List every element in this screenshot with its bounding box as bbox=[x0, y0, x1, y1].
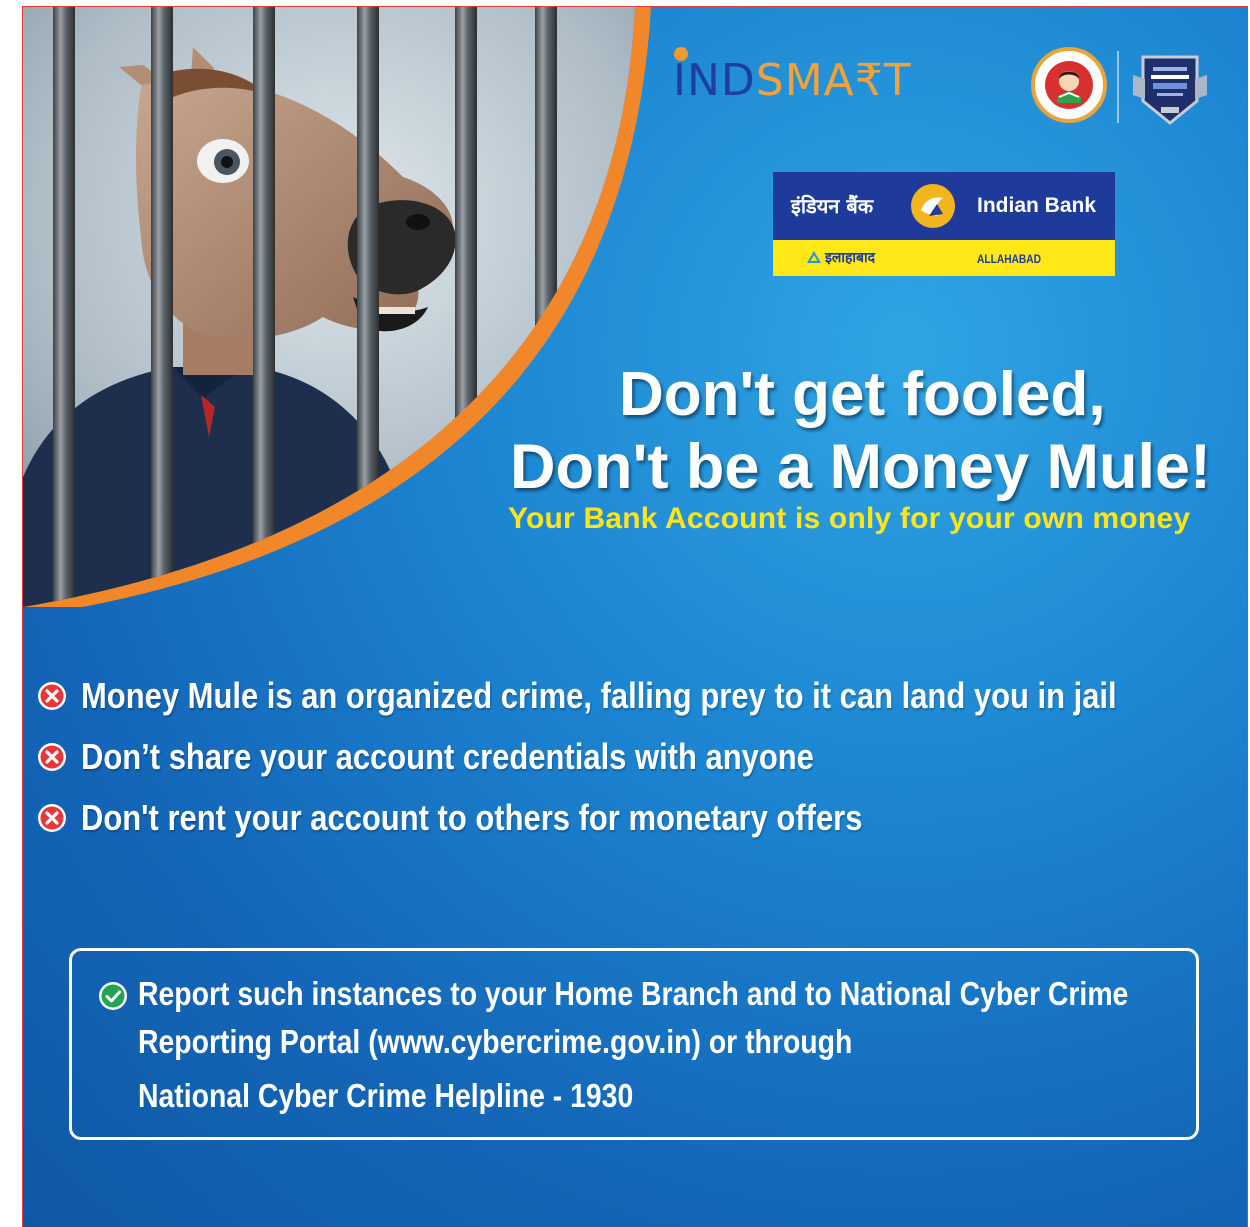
bank-emblem-icon bbox=[911, 184, 955, 228]
bank-name-english: Indian Bank bbox=[977, 194, 1097, 217]
check-circle-icon bbox=[99, 982, 127, 1010]
warning-text: Don’t share your account credentials wit… bbox=[81, 736, 814, 777]
report-info-box: Report such instances to your Home Branc… bbox=[69, 948, 1199, 1140]
headline-line-2: Don't be a Money Mule! bbox=[510, 432, 1211, 502]
money-mule-poster: INDSMA₹T इंडियन बैंक Indian Bank इलाहाबा… bbox=[22, 6, 1248, 1227]
warning-item: Money Mule is an organized crime, fallin… bbox=[37, 675, 1247, 717]
brand-text-ind: IND bbox=[673, 55, 756, 106]
triangle-icon bbox=[807, 251, 821, 263]
warning-item: Don’t share your account credentials wit… bbox=[37, 736, 933, 778]
award-badge-logo bbox=[1131, 45, 1209, 131]
warning-text: Don't rent your account to others for mo… bbox=[81, 797, 863, 838]
x-circle-icon bbox=[38, 804, 66, 832]
brand-text-smart: SMA₹T bbox=[755, 55, 912, 106]
allahabad-name-english: ALLAHABAD bbox=[977, 252, 1042, 266]
logo-divider bbox=[1117, 51, 1119, 123]
report-text-line-2: Reporting Portal (www.cybercrime.gov.in)… bbox=[138, 1023, 853, 1060]
tagline: Your Bank Account is only for your own m… bbox=[508, 502, 1191, 535]
x-circle-icon bbox=[38, 682, 66, 710]
allahabad-name-hindi: इलाहाबाद bbox=[825, 250, 876, 266]
headline-line-1: Don't get fooled, bbox=[619, 360, 1106, 429]
warning-item: Don't rent your account to others for mo… bbox=[37, 797, 990, 839]
report-text-line-3: National Cyber Crime Helpline - 1930 bbox=[138, 1077, 634, 1114]
beti-bachao-logo bbox=[1031, 47, 1107, 123]
x-circle-icon bbox=[38, 743, 66, 771]
indsmart-logo: INDSMA₹T bbox=[673, 47, 943, 122]
indian-bank-logo: इंडियन बैंक Indian Bank इलाहाबाद ALLAHAB… bbox=[773, 172, 1115, 276]
report-text-line-1: Report such instances to your Home Branc… bbox=[138, 975, 1129, 1012]
bank-name-hindi: इंडियन बैंक bbox=[791, 194, 874, 218]
warning-text: Money Mule is an organized crime, fallin… bbox=[81, 675, 1117, 716]
